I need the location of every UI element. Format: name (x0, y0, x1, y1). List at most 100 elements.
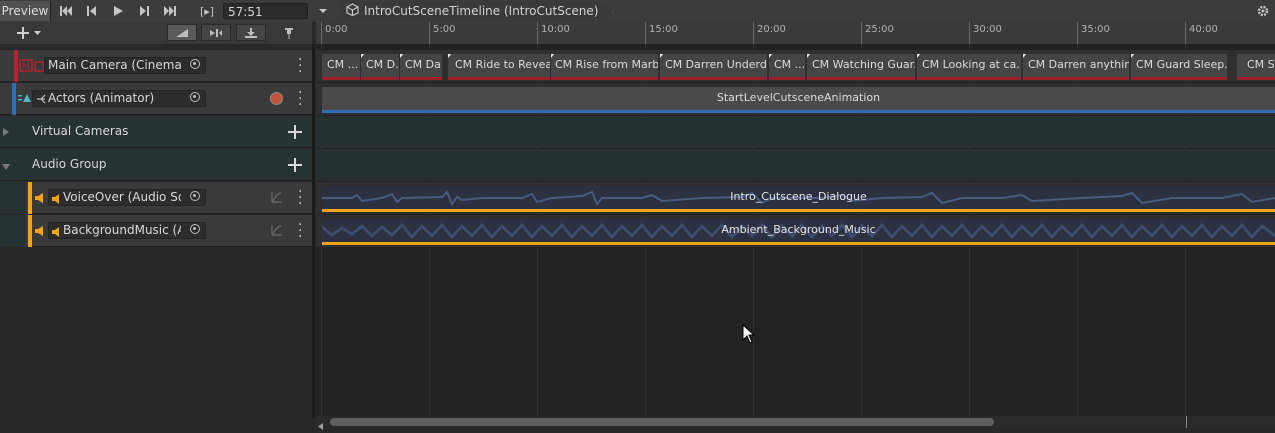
camera-clip[interactable]: CM Darren Underd... (660, 54, 767, 80)
preview-button[interactable]: Preview (0, 1, 51, 21)
clip-label: CM Guard Sleep... (1136, 58, 1227, 71)
blend-marker-icon (660, 54, 664, 58)
curves-toggle-icon[interactable] (271, 224, 283, 239)
blend-marker-icon (1023, 54, 1027, 58)
track-header-actors[interactable]: Actors (Animator) · · · (0, 83, 312, 115)
camera-clip[interactable]: CM Rise from Marb... (551, 54, 658, 80)
camera-clip[interactable]: CM Guard Sleep... (1131, 54, 1227, 80)
speaker-icon (52, 226, 62, 240)
play-icon[interactable] (108, 2, 128, 20)
camera-clip[interactable]: CM Da... (400, 54, 442, 80)
blend-marker-icon (807, 54, 811, 58)
add-track-icon[interactable] (288, 158, 302, 175)
ruler-label: 0:00 (325, 24, 348, 35)
object-picker-icon[interactable] (190, 92, 200, 102)
camera-clip[interactable]: CM ... (769, 54, 805, 80)
clip-label: CM Ride to Reveal (455, 58, 550, 71)
clip-label: CM D... (366, 58, 399, 71)
track-row-virtual-cameras (316, 116, 1275, 148)
ruler-label: 5:00 (433, 24, 456, 35)
group-indent (0, 182, 26, 214)
timeline-content-area[interactable]: CM ... CM D... CM Da... CM Ride to Revea… (316, 44, 1275, 418)
camera-clip[interactable]: CM Watching Guar... (807, 54, 915, 80)
curves-toggle-icon[interactable] (271, 191, 283, 206)
group-indent (0, 215, 26, 247)
group-name: Virtual Cameras (32, 124, 129, 138)
goto-start-icon[interactable] (56, 2, 76, 20)
camera-clip[interactable]: CM ... (322, 54, 360, 80)
add-track-button[interactable] (14, 24, 46, 42)
group-name: Audio Group (32, 157, 107, 171)
ripple-icon[interactable] (201, 24, 231, 41)
camera-clip[interactable]: CM Looking at ca... (917, 54, 1021, 80)
clip-label: CM ... (774, 58, 805, 71)
ruler-label: 35:00 (1081, 24, 1110, 35)
track-name: Main Camera (Cinemac (48, 58, 182, 72)
track-name: BackgroundMusic (A (63, 223, 181, 237)
track-header-voiceover[interactable]: VoiceOver (Audio Sou · · · (0, 182, 312, 214)
ruler-label: 20:00 (757, 24, 786, 35)
track-name: Actors (Animator) (48, 91, 155, 105)
blend-marker-icon (551, 54, 555, 58)
breadcrumb[interactable]: IntroCutSceneTimeline (IntroCutScene) (338, 1, 613, 21)
blend-marker-icon (400, 54, 404, 58)
ruler-label: 10:00 (541, 24, 570, 35)
animation-clip[interactable]: StartLevelCutsceneAnimation (322, 87, 1275, 113)
track-header-column: M Main Camera (Cinemac · · · Actors (Anima… (0, 44, 315, 418)
blend-marker-icon (917, 54, 921, 58)
end-marker (1186, 416, 1187, 428)
ruler-label: 15:00 (649, 24, 678, 35)
ruler-tick (969, 22, 970, 44)
goto-end-icon[interactable] (160, 2, 180, 20)
track-row-background-music: Ambient_Background_Music (316, 215, 1275, 247)
more-options-icon[interactable]: · · · (298, 53, 302, 79)
track-color-bar (12, 83, 16, 115)
timeline-toolbar: Preview [▸] 57:51 IntroCutSceneTimeline … (0, 0, 1275, 23)
timeline-asset-icon (346, 3, 359, 19)
camera-clip[interactable]: CM D... (361, 54, 399, 80)
frame-mode-button[interactable]: [▸] (196, 2, 218, 20)
audio-clip-music[interactable]: Ambient_Background_Music (322, 219, 1275, 245)
gear-icon[interactable] (1255, 2, 1271, 20)
track-name: VoiceOver (Audio Sou (63, 190, 181, 204)
more-options-icon[interactable]: · · · (298, 185, 302, 211)
previous-frame-icon[interactable] (82, 2, 102, 20)
add-track-icon[interactable] (288, 125, 302, 142)
replace-icon[interactable] (236, 24, 266, 41)
blend-marker-icon (1131, 54, 1135, 58)
camera-clip[interactable]: CM Ride to Reveal (448, 54, 550, 80)
next-frame-icon[interactable] (134, 2, 154, 20)
time-ruler[interactable]: 0:00 5:00 10:00 15:00 20:00 25:00 30:00 … (316, 22, 1275, 45)
ruler-tick (753, 22, 754, 44)
scrollbar-thumb[interactable] (330, 418, 994, 426)
expand-arrow-icon[interactable] (1, 160, 11, 174)
current-time-field[interactable]: 57:51 (223, 3, 308, 19)
clip-label: Ambient_Background_Music (721, 223, 876, 236)
clip-label: CM Da... (405, 58, 442, 71)
track-header-main-camera[interactable]: M Main Camera (Cinemac · · · (0, 50, 312, 82)
audio-clip-voiceover[interactable]: Intro_Cutscene_Dialogue (322, 186, 1275, 212)
more-options-icon[interactable]: · · · (298, 218, 302, 244)
record-button[interactable] (270, 92, 283, 105)
track-header-background-music[interactable]: BackgroundMusic (A · · · (0, 215, 312, 247)
object-picker-icon[interactable] (190, 59, 200, 69)
clip-label: Intro_Cutscene_Dialogue (730, 190, 867, 203)
snap-icon[interactable] (167, 24, 197, 41)
track-row-audio-group (316, 149, 1275, 181)
camera-clip[interactable]: CM Se (1237, 54, 1275, 80)
horizontal-scrollbar[interactable] (316, 416, 1275, 430)
clip-label: CM Darren Underd... (665, 58, 767, 71)
blend-marker-icon (448, 54, 452, 58)
track-group-audio[interactable]: Audio Group (0, 149, 312, 181)
collapse-arrow-icon[interactable] (2, 126, 10, 140)
mouse-cursor-icon (742, 323, 756, 347)
clip-label: CM Rise from Marb... (555, 58, 658, 71)
camera-clip[interactable]: CM Darren anythin... (1023, 54, 1129, 80)
track-group-virtual-cameras[interactable]: Virtual Cameras (0, 116, 312, 148)
object-picker-icon[interactable] (190, 191, 200, 201)
pin-icon[interactable] (282, 24, 296, 42)
timeline-dropdown-icon[interactable] (316, 2, 330, 20)
scroll-left-icon[interactable] (318, 419, 324, 433)
object-picker-icon[interactable] (190, 224, 200, 234)
more-options-icon[interactable]: · · · (298, 86, 302, 112)
